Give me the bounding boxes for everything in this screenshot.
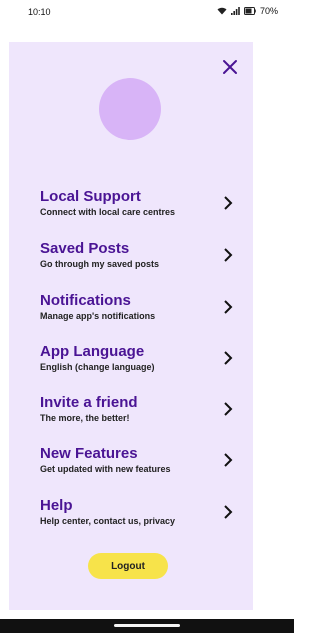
- menu-item-title: Notifications: [40, 292, 131, 309]
- menu-item-title: Help: [40, 497, 73, 514]
- menu-item-notifications[interactable]: Notifications Manage app's notifications: [40, 292, 240, 332]
- menu-item-title: Invite a friend: [40, 394, 138, 411]
- menu-item-title: New Features: [40, 445, 138, 462]
- close-button[interactable]: [221, 58, 239, 76]
- menu-item-subtitle: Connect with local care centres: [40, 207, 176, 217]
- wifi-icon: [217, 7, 227, 15]
- battery-percent: 70%: [259, 6, 278, 16]
- menu-panel: Local Support Connect with local care ce…: [9, 42, 253, 610]
- menu-item-subtitle: Manage app's notifications: [40, 311, 156, 321]
- signal-icon: [230, 7, 240, 15]
- menu-item-saved-posts[interactable]: Saved Posts Go through my saved posts: [40, 240, 240, 280]
- close-icon: [223, 60, 237, 74]
- menu-item-subtitle: Help center, contact us, privacy: [40, 516, 176, 526]
- home-handle[interactable]: [114, 624, 180, 627]
- menu-item-subtitle: Go through my saved posts: [40, 259, 160, 269]
- menu-item-help[interactable]: Help Help center, contact us, privacy: [40, 497, 240, 537]
- menu-item-title: Local Support: [40, 188, 141, 205]
- menu-item-title: App Language: [40, 343, 145, 360]
- chevron-right-icon: [224, 248, 233, 262]
- chevron-right-icon: [224, 300, 233, 314]
- menu-item-invite-friend[interactable]: Invite a friend The more, the better!: [40, 394, 240, 434]
- menu-item-subtitle: The more, the better!: [40, 413, 130, 423]
- menu-item-subtitle: Get updated with new features: [40, 464, 171, 474]
- chevron-right-icon: [224, 453, 233, 467]
- chevron-right-icon: [224, 402, 233, 416]
- menu-item-app-language[interactable]: App Language English (change language): [40, 343, 240, 383]
- battery-icon: [243, 7, 256, 15]
- menu-item-local-support[interactable]: Local Support Connect with local care ce…: [40, 188, 240, 228]
- status-time: 10:10: [28, 7, 51, 17]
- menu-item-subtitle: English (change language): [40, 362, 155, 372]
- status-icons: 70%: [217, 6, 278, 16]
- logout-button[interactable]: Logout: [88, 553, 168, 579]
- avatar[interactable]: [99, 78, 161, 140]
- chevron-right-icon: [224, 505, 233, 519]
- menu-item-title: Saved Posts: [40, 240, 130, 257]
- chevron-right-icon: [224, 196, 233, 210]
- menu-item-new-features[interactable]: New Features Get updated with new featur…: [40, 445, 240, 485]
- status-bar: 10:10 70%: [0, 0, 294, 24]
- chevron-right-icon: [224, 351, 233, 365]
- system-nav-bar: [0, 619, 294, 633]
